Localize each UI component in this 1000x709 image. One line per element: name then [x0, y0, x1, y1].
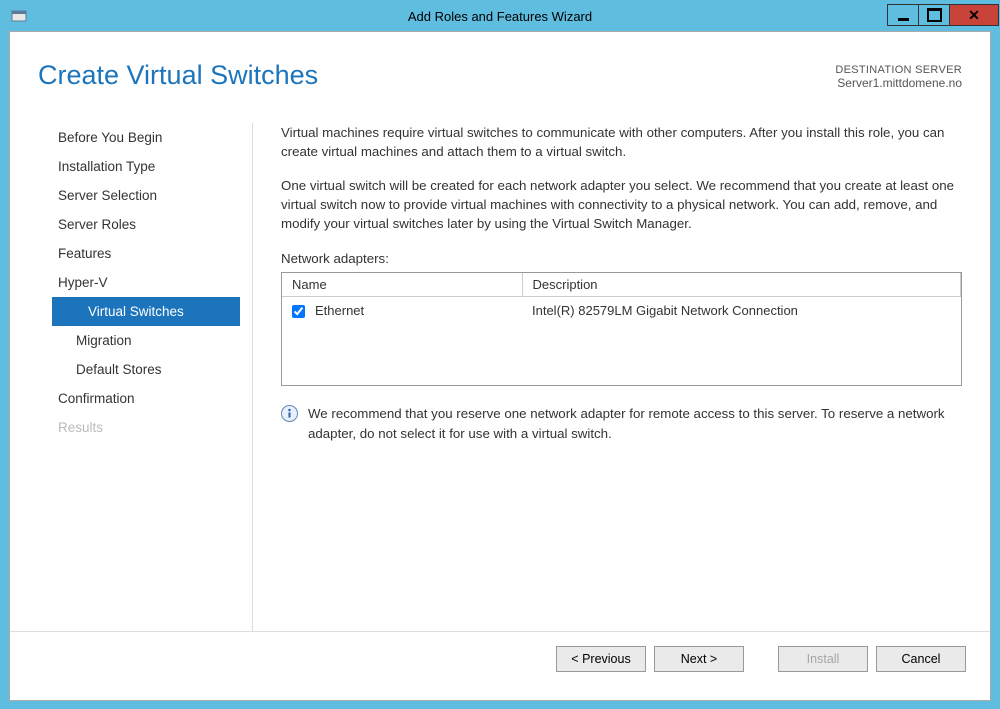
- info-text: We recommend that you reserve one networ…: [308, 404, 962, 443]
- titlebar[interactable]: Add Roles and Features Wizard: [1, 1, 999, 31]
- sidebar-item-server-selection[interactable]: Server Selection: [40, 181, 252, 210]
- column-header-name[interactable]: Name: [282, 273, 522, 297]
- previous-button[interactable]: < Previous: [556, 646, 646, 672]
- sidebar-item-confirmation[interactable]: Confirmation: [40, 384, 252, 413]
- close-button[interactable]: [949, 4, 999, 26]
- wizard-content: Create Virtual Switches DESTINATION SERV…: [9, 31, 991, 701]
- window-controls: [888, 4, 999, 27]
- adapters-table: Name Description Ethernet Intel(R) 82579L…: [282, 273, 961, 324]
- minimize-button[interactable]: [887, 4, 919, 26]
- window-frame: Add Roles and Features Wizard Create Vir…: [0, 0, 1000, 709]
- destination-server: Server1.mittdomene.no: [835, 76, 962, 90]
- maximize-button[interactable]: [918, 4, 950, 26]
- destination-block: DESTINATION SERVER Server1.mittdomene.no: [835, 60, 962, 90]
- wizard-sidebar: Before You BeginInstallation TypeServer …: [10, 123, 253, 631]
- info-icon: [281, 405, 298, 422]
- info-row: We recommend that you reserve one networ…: [281, 404, 962, 443]
- intro-paragraph-1: Virtual machines require virtual switche…: [281, 123, 962, 162]
- sidebar-item-hyper-v[interactable]: Hyper-V: [40, 268, 252, 297]
- header-area: Create Virtual Switches DESTINATION SERV…: [10, 32, 990, 101]
- adapters-table-wrap: Name Description Ethernet Intel(R) 82579L…: [281, 272, 962, 386]
- column-header-description[interactable]: Description: [522, 273, 961, 297]
- app-icon: [9, 6, 29, 26]
- sidebar-item-default-stores[interactable]: Default Stores: [40, 355, 252, 384]
- next-button[interactable]: Next >: [654, 646, 744, 672]
- adapter-checkbox[interactable]: [292, 305, 305, 318]
- main-panel: Virtual machines require virtual switche…: [253, 123, 990, 631]
- sidebar-item-server-roles[interactable]: Server Roles: [40, 210, 252, 239]
- install-button[interactable]: Install: [778, 646, 868, 672]
- sidebar-item-results: Results: [40, 413, 252, 442]
- adapters-label: Network adapters:: [281, 251, 962, 266]
- window-title: Add Roles and Features Wizard: [1, 9, 999, 24]
- table-row[interactable]: Ethernet Intel(R) 82579LM Gigabit Network…: [282, 297, 961, 325]
- cancel-button[interactable]: Cancel: [876, 646, 966, 672]
- adapter-description: Intel(R) 82579LM Gigabit Network Connect…: [522, 297, 961, 325]
- sidebar-item-installation-type[interactable]: Installation Type: [40, 152, 252, 181]
- sidebar-item-features[interactable]: Features: [40, 239, 252, 268]
- destination-label: DESTINATION SERVER: [835, 64, 962, 76]
- adapter-name: Ethernet: [315, 303, 364, 318]
- sidebar-item-migration[interactable]: Migration: [40, 326, 252, 355]
- wizard-footer: < Previous Next > Install Cancel: [10, 631, 990, 672]
- page-title: Create Virtual Switches: [38, 60, 318, 91]
- sidebar-item-virtual-switches[interactable]: Virtual Switches: [52, 297, 240, 326]
- sidebar-item-before-you-begin[interactable]: Before You Begin: [40, 123, 252, 152]
- body-area: Before You BeginInstallation TypeServer …: [10, 101, 990, 631]
- intro-paragraph-2: One virtual switch will be created for e…: [281, 176, 962, 234]
